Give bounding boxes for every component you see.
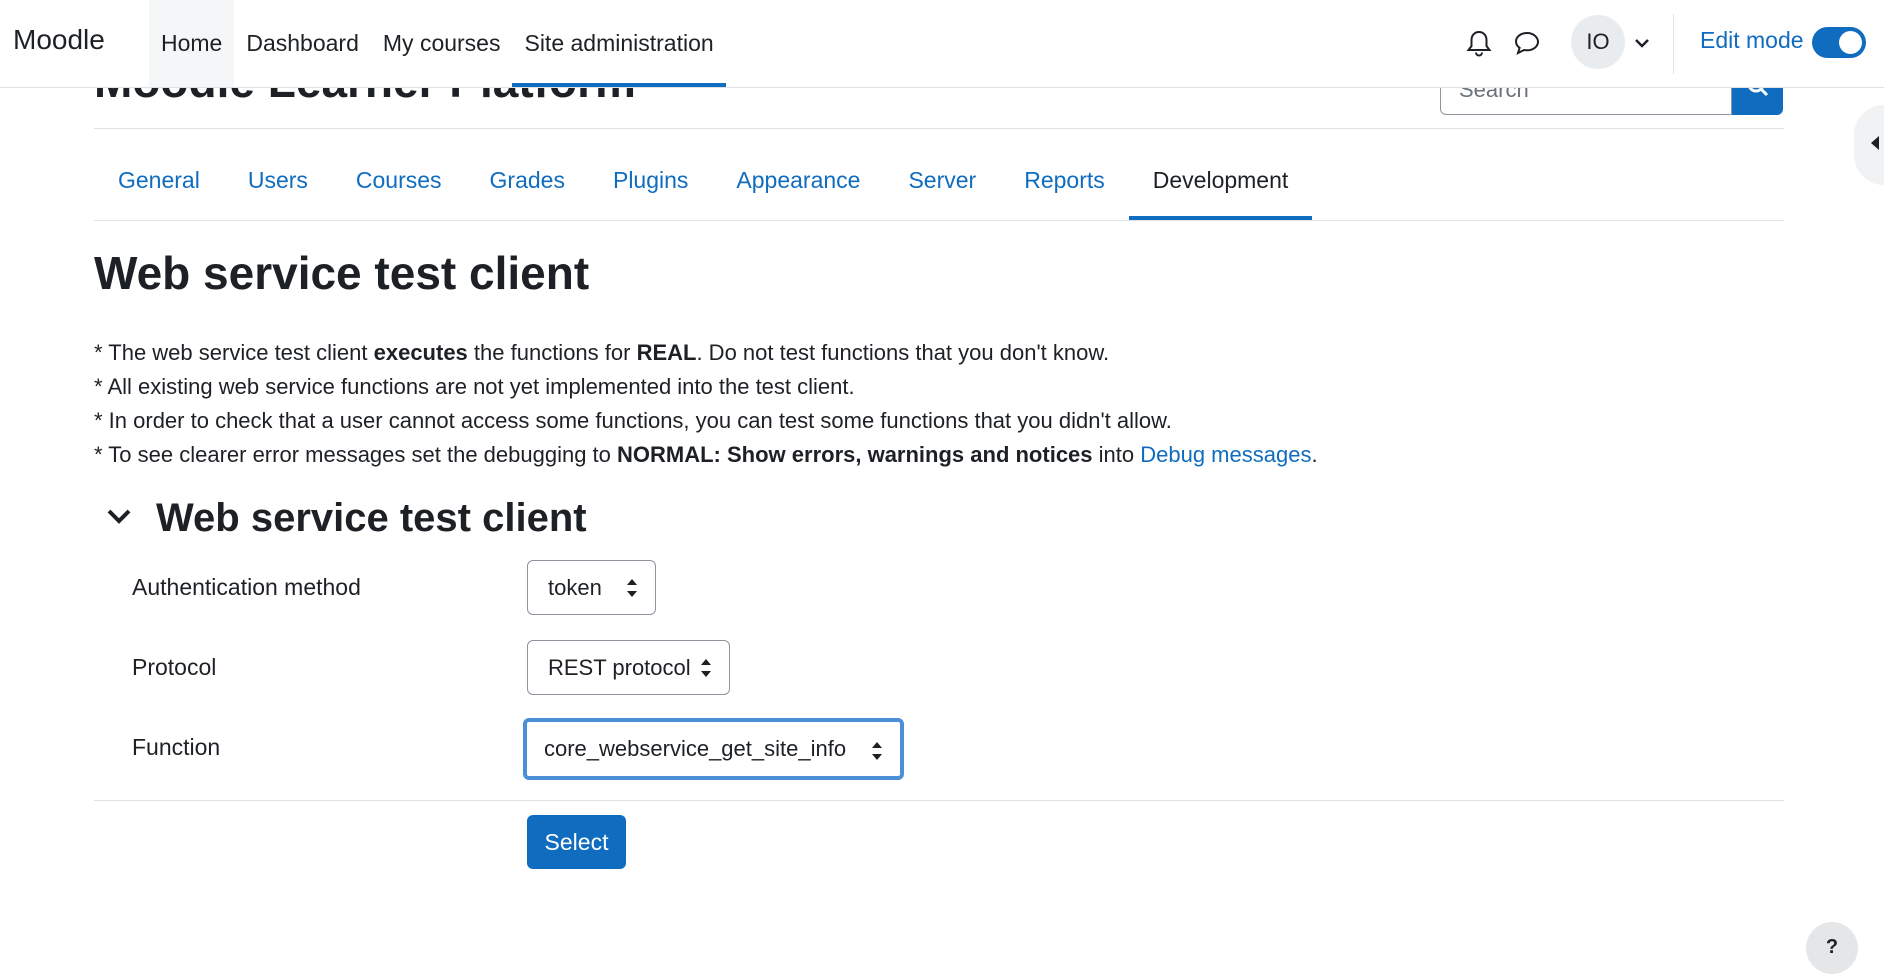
debug-messages-link[interactable]: Debug messages (1140, 442, 1311, 467)
bell-icon[interactable] (1462, 26, 1496, 60)
primary-navigation: Home Dashboard My courses Site administr… (149, 0, 726, 87)
sort-arrows-icon (870, 739, 884, 769)
chat-icon[interactable] (1510, 26, 1544, 60)
tab-users[interactable]: Users (224, 140, 332, 220)
nav-my-courses[interactable]: My courses (371, 0, 513, 87)
sort-arrows-icon (699, 656, 713, 686)
tab-appearance[interactable]: Appearance (712, 140, 884, 220)
nav-home[interactable]: Home (149, 0, 235, 87)
auth-method-label: Authentication method (132, 574, 361, 600)
chevron-left-icon (1868, 134, 1882, 157)
tab-development[interactable]: Development (1128, 140, 1313, 220)
protocol-select[interactable]: REST protocol (527, 640, 730, 695)
tab-reports[interactable]: Reports (1000, 140, 1129, 220)
tab-server[interactable]: Server (884, 140, 1000, 220)
info-notes: * The web service test client executes t… (94, 336, 1318, 472)
section-title: Web service test client (156, 496, 587, 540)
nav-dashboard[interactable]: Dashboard (234, 0, 371, 87)
function-label: Function (132, 734, 221, 760)
note-line: * To see clearer error messages set the … (94, 442, 1318, 467)
tab-plugins[interactable]: Plugins (589, 140, 712, 220)
edit-mode-label: Edit mode (1700, 27, 1804, 53)
nav-site-administration[interactable]: Site administration (512, 0, 726, 87)
edit-mode-toggle[interactable] (1812, 27, 1866, 58)
auth-method-select[interactable]: token (527, 560, 656, 615)
form-divider (94, 800, 1784, 801)
tab-general[interactable]: General (94, 140, 224, 220)
note-line: * The web service test client executes t… (94, 340, 1110, 365)
sort-arrows-icon (625, 576, 639, 606)
navbar-divider (1673, 14, 1674, 74)
admin-tabs: General Users Courses Grades Plugins App… (94, 140, 1312, 220)
top-navbar: Moodle Home Dashboard My courses Site ad… (0, 0, 1884, 88)
chevron-down-icon[interactable] (106, 506, 132, 531)
header-divider (94, 128, 1784, 129)
select-button[interactable]: Select (527, 815, 626, 869)
protocol-label: Protocol (132, 654, 217, 680)
function-select[interactable]: core_webservice_get_site_info (523, 718, 904, 780)
note-line: * In order to check that a user cannot a… (94, 408, 1172, 433)
site-brand[interactable]: Moodle (13, 24, 105, 56)
tabs-divider (94, 220, 1784, 221)
block-drawer-toggle[interactable] (1854, 105, 1884, 185)
chevron-down-icon[interactable] (1625, 26, 1659, 60)
section-header[interactable]: Web service test client (106, 496, 587, 541)
note-line: * All existing web service functions are… (94, 374, 855, 399)
tab-grades[interactable]: Grades (466, 140, 589, 220)
page-title: Web service test client (94, 247, 590, 299)
user-avatar[interactable]: IO (1571, 15, 1625, 69)
help-button[interactable]: ? (1806, 922, 1858, 974)
tab-courses[interactable]: Courses (332, 140, 466, 220)
